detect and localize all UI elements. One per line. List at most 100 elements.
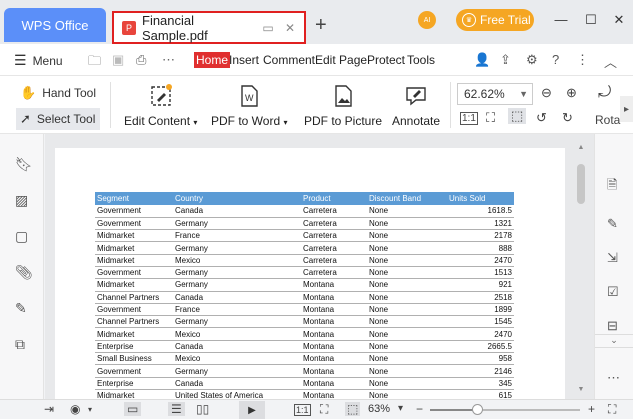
- collapse-ribbon-icon[interactable]: ︿: [604, 52, 617, 71]
- zoom-select[interactable]: 62.62% ▼: [457, 83, 533, 105]
- fit-page-status-icon[interactable]: ⛶: [320, 402, 328, 417]
- status-zoom-out-icon[interactable]: −: [416, 402, 423, 416]
- edit-content-button[interactable]: Edit Content ▾: [124, 84, 197, 128]
- scroll-up-icon[interactable]: ▲: [576, 144, 586, 151]
- actual-size-status-icon[interactable]: 1:1: [294, 404, 311, 416]
- settings-icon[interactable]: ⚙: [526, 52, 538, 68]
- form-icon[interactable]: ☑: [607, 284, 619, 300]
- cell-segment: Enterprise: [95, 377, 173, 390]
- zoom-dropdown-icon[interactable]: ▾: [398, 403, 403, 414]
- cell-segment: Small Business: [95, 352, 173, 366]
- menu-button[interactable]: ☰ Menu: [14, 52, 63, 69]
- fit-width-icon[interactable]: ⬚: [508, 108, 527, 124]
- ribbon-divider: [450, 82, 451, 128]
- zoom-in-icon[interactable]: ⊕: [566, 85, 577, 101]
- add-user-icon[interactable]: 👤: [474, 52, 490, 68]
- navigation-icon[interactable]: ⇥: [44, 402, 54, 416]
- thumbnail-icon[interactable]: ▨: [15, 192, 28, 209]
- open-folder-icon[interactable]: 🗀: [88, 52, 101, 74]
- actual-size-icon[interactable]: 1:1: [460, 112, 478, 125]
- fit-width-status-icon[interactable]: ⬚: [345, 402, 361, 416]
- status-zoom-value[interactable]: 63%: [368, 403, 390, 415]
- tab-comment[interactable]: Comment: [263, 53, 315, 67]
- tab-wps-office[interactable]: WPS Office: [4, 8, 106, 42]
- collapse-sidebar-icon[interactable]: ⌄: [595, 334, 633, 348]
- extract-icon[interactable]: ⇲: [607, 250, 618, 266]
- header-product: Product: [301, 192, 367, 205]
- edit-content-icon: [151, 84, 172, 106]
- help-icon[interactable]: ?: [552, 52, 559, 67]
- single-page-icon[interactable]: ▭: [124, 402, 142, 416]
- continuous-page-icon[interactable]: ☰: [168, 402, 185, 416]
- table-row: Midmarket United States of America Montana…: [95, 389, 514, 399]
- more-tools-icon[interactable]: ⋯: [607, 370, 620, 386]
- status-zoom-in-icon[interactable]: +: [588, 402, 595, 416]
- two-page-icon[interactable]: ▯▯: [196, 402, 209, 416]
- cell-product: Carretera: [301, 266, 367, 280]
- cell-country: Germany: [173, 278, 301, 292]
- free-trial-button[interactable]: ♛ Free Trial: [456, 9, 534, 31]
- table-row: Government Canada Carretera None 1618.5: [95, 205, 514, 218]
- bookmark-icon[interactable]: 🔖︎: [15, 156, 33, 173]
- scrollbar-thumb[interactable]: [577, 164, 585, 204]
- pdf-to-word-label: PDF to Word: [211, 114, 281, 128]
- fit-page-icon[interactable]: ⛶: [486, 110, 495, 126]
- edit-note-icon[interactable]: ✎: [607, 216, 618, 232]
- cell-product: Montana: [301, 327, 367, 341]
- document-viewer[interactable]: Segment Country Product Discount Band Un…: [45, 134, 594, 399]
- fullscreen-icon[interactable]: ⛶: [608, 402, 616, 417]
- scroll-down-icon[interactable]: ▼: [576, 386, 586, 393]
- signature-icon[interactable]: ✎: [15, 300, 27, 317]
- cell-segment: Channel Partners: [95, 291, 173, 304]
- zoom-slider-knob[interactable]: [471, 404, 483, 415]
- cell-product: Montana: [301, 340, 367, 354]
- more-icon[interactable]: ⋯: [162, 52, 175, 68]
- more-options-icon[interactable]: ⋮: [576, 52, 589, 68]
- hand-tool-button[interactable]: ✋ Hand Tool: [16, 82, 100, 104]
- share-icon[interactable]: ⇪: [500, 52, 511, 68]
- vertical-scrollbar[interactable]: ▲ ▼: [576, 144, 586, 396]
- zoom-out-icon[interactable]: ⊖: [541, 85, 552, 101]
- print-icon[interactable]: ⎙: [136, 52, 146, 68]
- document-tab-title: Financial Sample.pdf: [142, 12, 208, 43]
- tab-edit-page[interactable]: Edit Page: [315, 53, 367, 67]
- cell-product: Carretera: [301, 254, 367, 267]
- attachment-icon[interactable]: 📎︎: [15, 264, 33, 281]
- table-row: Midmarket Germany Montana None 921: [95, 278, 514, 292]
- tab-financial-sample[interactable]: P Financial Sample.pdf ▭ ✕: [112, 11, 306, 44]
- document-properties-icon[interactable]: 🗎︎: [607, 176, 617, 198]
- play-slideshow-button[interactable]: ▶: [239, 401, 265, 419]
- save-icon[interactable]: ▣: [112, 52, 124, 68]
- close-tab-icon[interactable]: ✕: [282, 21, 298, 35]
- ribbon-scroll-right[interactable]: ▸: [620, 96, 633, 122]
- close-window-button[interactable]: ✕: [612, 12, 626, 28]
- tab-insert[interactable]: Insert: [229, 53, 259, 67]
- maximize-button[interactable]: ☐: [584, 12, 598, 28]
- rotate-right-icon[interactable]: ↻: [562, 110, 573, 126]
- compress-icon[interactable]: ⊟: [607, 318, 618, 334]
- view-mode-icon[interactable]: ◉: [70, 402, 80, 416]
- comment-icon[interactable]: ▢: [15, 228, 28, 245]
- pdf-to-word-button[interactable]: W PDF to Word ▾: [211, 84, 288, 128]
- rotate-label: Rota: [595, 113, 621, 127]
- tab-protect[interactable]: Protect: [367, 53, 405, 67]
- table-row: Government Germany Carretera None 1513: [95, 266, 514, 280]
- layers-icon[interactable]: ⧉: [15, 336, 25, 353]
- zoom-slider[interactable]: [430, 404, 580, 415]
- table-row: Small Business Mexico Montana None 958: [95, 352, 514, 366]
- monitor-icon[interactable]: ▭: [260, 21, 276, 35]
- tab-home[interactable]: Home: [194, 52, 231, 68]
- minimize-button[interactable]: —: [554, 12, 568, 27]
- pdf-to-picture-button[interactable]: PDF to Picture: [304, 84, 382, 128]
- select-tool-button[interactable]: ➚ Select Tool: [16, 108, 101, 130]
- ai-avatar[interactable]: AI: [418, 11, 436, 29]
- view-mode-dropdown-icon[interactable]: ▾: [88, 405, 92, 414]
- new-tab-button[interactable]: +: [315, 14, 327, 37]
- rotate-icon[interactable]: ⤾: [598, 84, 611, 102]
- cell-product: Montana: [301, 389, 367, 399]
- table-row: Enterprise Canada Montana None 345: [95, 377, 514, 390]
- annotate-button[interactable]: Annotate: [392, 84, 440, 128]
- rotate-left-icon[interactable]: ↺: [536, 110, 547, 126]
- cursor-icon: ➚: [20, 111, 31, 126]
- tab-tools[interactable]: Tools: [407, 53, 435, 67]
